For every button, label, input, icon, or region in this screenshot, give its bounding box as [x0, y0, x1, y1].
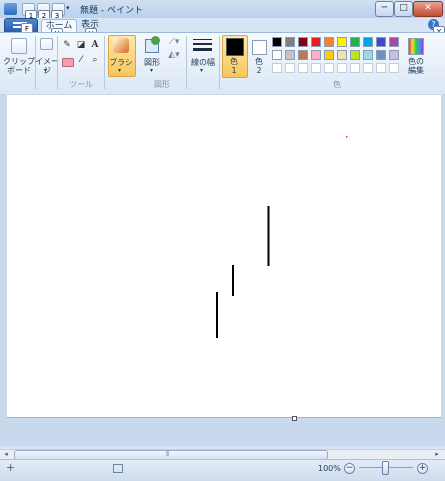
- palette-swatch[interactable]: [285, 37, 295, 47]
- color-picker-icon[interactable]: ⁄: [75, 55, 87, 66]
- edit-colors-label[interactable]: 色の 編集: [403, 57, 429, 75]
- palette-swatch[interactable]: [311, 50, 321, 60]
- palette-swatch[interactable]: [363, 37, 373, 47]
- brush-label: ブラシ: [109, 58, 133, 67]
- palette-swatch[interactable]: [285, 50, 295, 60]
- outline-icon[interactable]: ⟋▾: [166, 37, 182, 48]
- drawing-canvas[interactable]: [7, 95, 441, 418]
- canvas-drawing: [216, 136, 348, 338]
- text-tool-icon[interactable]: A: [89, 40, 101, 51]
- color1-swatch: [226, 38, 244, 56]
- tools-group-label: ツール: [69, 80, 93, 89]
- palette-custom-swatch[interactable]: [311, 63, 321, 73]
- drawn-dot: [346, 136, 348, 138]
- zoom-slider-thumb[interactable]: [382, 461, 389, 475]
- palette-swatch[interactable]: [324, 37, 334, 47]
- status-bar: [0, 459, 445, 481]
- palette-custom-swatch[interactable]: [272, 63, 282, 73]
- paint-app-icon[interactable]: [4, 3, 17, 15]
- palette-swatch[interactable]: [350, 50, 360, 60]
- palette-swatch[interactable]: [298, 37, 308, 47]
- maximize-button[interactable]: □: [394, 1, 413, 17]
- ribbon-separator: [104, 36, 105, 89]
- minimize-button[interactable]: ─: [375, 1, 394, 17]
- ribbon-separator: [186, 36, 187, 89]
- color2-swatch[interactable]: [252, 40, 267, 55]
- clipboard-paste-icon[interactable]: [11, 38, 27, 54]
- palette-swatch[interactable]: [272, 37, 282, 47]
- palette-swatch[interactable]: [337, 50, 347, 60]
- fill-icon[interactable]: ◭▾: [166, 50, 182, 61]
- fill-bucket-icon[interactable]: ◪: [75, 40, 87, 51]
- image-select-icon[interactable]: [40, 38, 53, 50]
- size-dropdown-icon[interactable]: ▾: [200, 67, 203, 74]
- palette-swatch[interactable]: [311, 37, 321, 47]
- shapes-label[interactable]: 図形: [140, 58, 164, 67]
- eraser-icon[interactable]: [62, 58, 74, 67]
- size-line-2: [193, 43, 212, 45]
- shapes-dropdown-icon[interactable]: ▾: [150, 67, 153, 74]
- zoom-level: 100%: [318, 464, 341, 473]
- shapes-group-label: 図形: [154, 80, 170, 89]
- palette-swatch[interactable]: [376, 50, 386, 60]
- palette-swatch[interactable]: [324, 50, 334, 60]
- size-line-3: [193, 48, 212, 51]
- pencil-icon[interactable]: ✎: [61, 40, 73, 51]
- colors-group-label: 色: [333, 80, 341, 89]
- brush-icon: [113, 38, 129, 53]
- scroll-right-arrow[interactable]: ▸: [432, 449, 442, 459]
- palette-custom-swatch[interactable]: [285, 63, 295, 73]
- palette-swatch[interactable]: [350, 37, 360, 47]
- shapes-circle-icon: [151, 36, 160, 45]
- palette-swatch[interactable]: [376, 37, 386, 47]
- window-title: 無題 - ペイント: [80, 6, 143, 16]
- palette-custom-swatch[interactable]: [389, 63, 399, 73]
- zoom-in-button[interactable]: +: [417, 463, 428, 474]
- ribbon-separator: [57, 36, 58, 89]
- palette-swatch[interactable]: [389, 37, 399, 47]
- scroll-left-arrow[interactable]: ◂: [1, 449, 11, 459]
- zoom-out-button[interactable]: −: [344, 463, 355, 474]
- palette-custom-swatch[interactable]: [324, 63, 334, 73]
- ribbon-separator: [219, 36, 220, 89]
- size-line-1: [193, 39, 212, 40]
- color1-label: 色 1: [230, 57, 238, 75]
- palette-swatch[interactable]: [298, 50, 308, 60]
- palette-custom-swatch[interactable]: [337, 63, 347, 73]
- palette-custom-swatch[interactable]: [350, 63, 360, 73]
- edit-colors-icon[interactable]: [408, 38, 424, 55]
- palette-swatch[interactable]: [272, 50, 282, 60]
- palette-swatch[interactable]: [363, 50, 373, 60]
- palette-custom-swatch[interactable]: [376, 63, 386, 73]
- color2-label[interactable]: 色 2: [248, 57, 270, 75]
- palette-swatch[interactable]: [337, 37, 347, 47]
- image-dropdown-icon[interactable]: ▾: [44, 67, 47, 74]
- palette-swatch[interactable]: [389, 50, 399, 60]
- brush-dropdown-icon[interactable]: ▾: [118, 67, 121, 74]
- scroll-thumb-grip: ⦀: [166, 450, 170, 458]
- cursor-position-icon: +: [6, 461, 16, 474]
- size-label[interactable]: 線の幅: [188, 58, 218, 67]
- close-button[interactable]: ✕: [413, 1, 443, 17]
- selection-size-icon: [113, 464, 123, 473]
- palette-custom-swatch[interactable]: [298, 63, 308, 73]
- customize-qat-icon[interactable]: ▾: [66, 4, 70, 12]
- magnifier-icon[interactable]: ⌕: [89, 55, 101, 66]
- canvas-resize-handle[interactable]: [292, 416, 297, 421]
- palette-custom-swatch[interactable]: [363, 63, 373, 73]
- clipboard-button-label[interactable]: クリップ ボード: [3, 57, 35, 75]
